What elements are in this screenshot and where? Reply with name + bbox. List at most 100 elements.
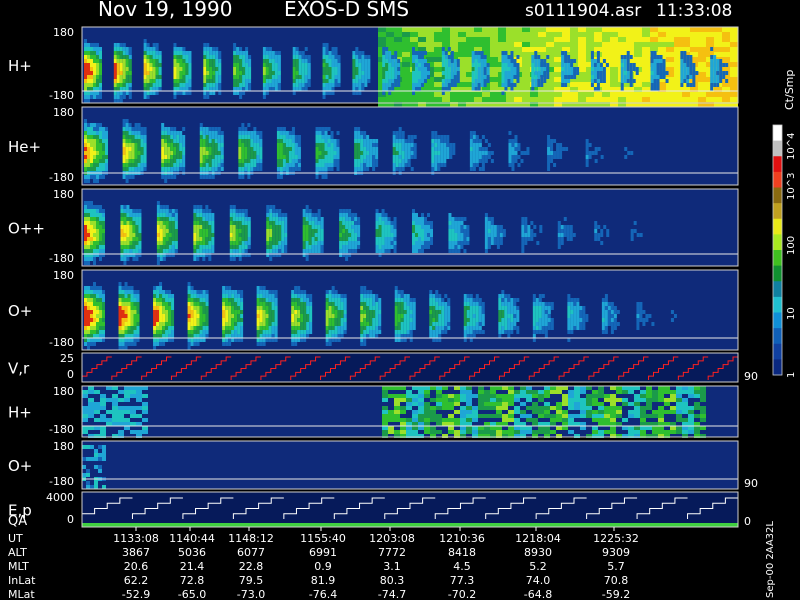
spectro-cell: [415, 237, 418, 241]
spectro-cell: [719, 67, 723, 71]
spectro-cell: [706, 92, 714, 97]
spectro-cell: [659, 71, 663, 75]
spectro-cell: [96, 225, 99, 229]
spectro-cell: [530, 233, 534, 237]
spectro-cell: [521, 233, 525, 237]
spectro-cell: [277, 67, 281, 71]
spectro-cell: [435, 290, 439, 294]
spectro-cell: [256, 318, 260, 322]
panel-ymin: -180: [49, 171, 74, 184]
spectro-cell: [493, 241, 497, 245]
spectro-cell: [269, 225, 273, 229]
spectro-cell: [136, 330, 140, 334]
spectro-cell: [196, 229, 200, 233]
spectro-cell: [118, 306, 122, 310]
spectro-cell: [599, 71, 603, 75]
spectro-cell: [87, 249, 90, 253]
spectro-cell: [686, 67, 690, 71]
spectro-cell: [504, 51, 508, 55]
spectro-cell: [90, 249, 93, 253]
spectro-cell: [394, 334, 398, 338]
spectro-cell: [457, 245, 461, 249]
spectro-cell: [269, 213, 273, 217]
spectro-cell: [232, 245, 236, 249]
spectro-cell: [119, 47, 123, 51]
spectro-cell: [220, 159, 224, 163]
spectro-cell: [84, 338, 87, 342]
spectro-cell: [531, 83, 535, 87]
spectro-cell: [113, 91, 117, 95]
spectro-cell: [87, 127, 90, 131]
spectro-cell: [337, 75, 341, 79]
spectro-cell: [208, 241, 212, 245]
spectro-cell: [393, 225, 397, 229]
spectro-cell: [634, 37, 642, 42]
spectro-cell: [233, 71, 237, 75]
spectro-cell: [325, 63, 329, 67]
spectro-cell: [378, 310, 382, 314]
spectro-cell: [176, 167, 180, 171]
spectro-cell: [176, 67, 180, 71]
spectro-cell: [214, 135, 218, 139]
spectro-cell: [514, 155, 518, 159]
spectro-cell: [96, 175, 99, 179]
spectro-cell: [435, 294, 439, 298]
spectro-cell: [294, 306, 298, 310]
spectro-cell: [168, 338, 172, 342]
spectro-cell: [203, 71, 207, 75]
spectro-cell: [276, 131, 280, 135]
spectro-cell: [554, 62, 562, 67]
spectro-cell: [620, 83, 624, 87]
spectro-cell: [355, 79, 359, 83]
spectro-cell: [384, 245, 388, 249]
spectro-cell: [118, 338, 122, 342]
spectro-cell: [469, 155, 473, 159]
spectro-cell: [127, 334, 131, 338]
spectro-cell: [196, 237, 200, 241]
spectro-cell: [369, 151, 373, 155]
spectro-cell: [387, 233, 391, 237]
spectro-cell: [447, 47, 451, 51]
spectro-cell: [128, 163, 132, 167]
spectro-cell: [337, 59, 341, 63]
spectro-cell: [211, 159, 215, 163]
spectro-cell: [547, 151, 551, 155]
spectro-cell: [135, 257, 139, 261]
spectro-cell: [626, 75, 630, 79]
spectro-cell: [600, 155, 604, 159]
spectro-cell: [274, 322, 278, 326]
spectro-cell: [123, 249, 127, 253]
spectro-cell: [126, 225, 130, 229]
spectro-cell: [666, 57, 674, 62]
spectro-cell: [87, 159, 90, 163]
spectro-cell: [307, 67, 311, 71]
spectro-cell: [143, 167, 147, 171]
spectro-cell: [451, 233, 455, 237]
spectro-cell: [282, 151, 286, 155]
spectro-cell: [99, 314, 102, 318]
spectro-cell: [279, 159, 283, 163]
spectro-cell: [277, 79, 281, 83]
spectro-cell: [133, 342, 137, 346]
spectro-cell: [487, 229, 491, 233]
spectro-cell: [297, 143, 301, 147]
spectro-cell: [602, 32, 610, 37]
spectro-cell: [424, 59, 427, 63]
spectro-cell: [161, 123, 165, 127]
spectro-cell: [315, 155, 319, 159]
spectro-cell: [360, 131, 364, 135]
spectro-cell: [358, 55, 362, 59]
spectro-cell: [123, 233, 127, 237]
spectro-cell: [211, 229, 215, 233]
panel-ymin: -180: [49, 252, 74, 265]
spectro-cell: [690, 92, 698, 97]
spectro-cell: [199, 334, 203, 338]
spectro-cell: [443, 159, 447, 163]
spectro-cell: [402, 82, 410, 87]
spectro-cell: [514, 32, 522, 37]
spectro-cell: [397, 322, 401, 326]
spectro-cell: [437, 139, 441, 143]
spectro-cell: [137, 143, 141, 147]
spectro-cell: [400, 318, 404, 322]
spectro-cell: [317, 221, 321, 225]
